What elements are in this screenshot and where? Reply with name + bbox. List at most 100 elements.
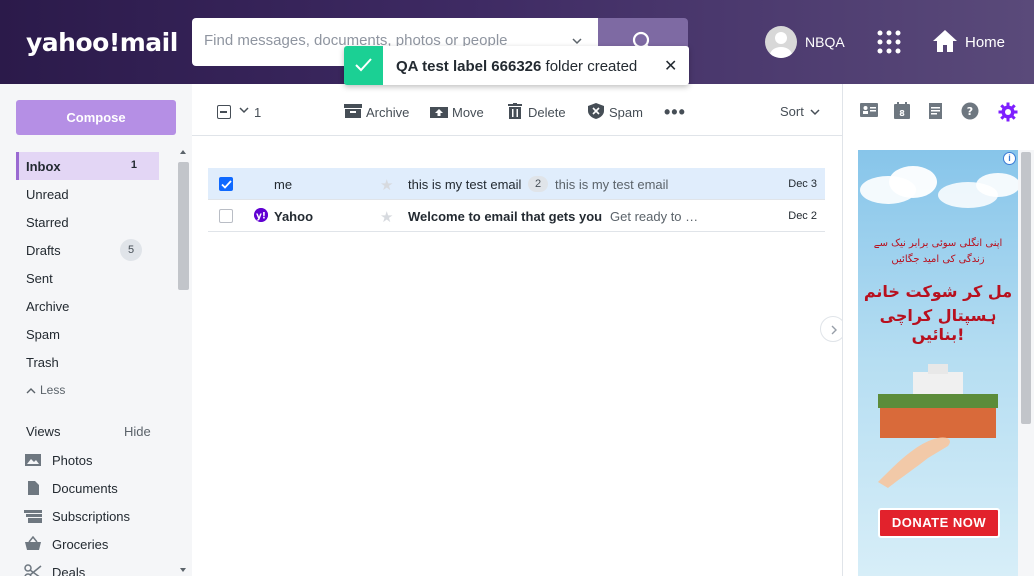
spam-label: Spam bbox=[609, 105, 643, 120]
help-icon[interactable]: ? bbox=[961, 102, 979, 120]
folder-starred[interactable]: Starred bbox=[16, 208, 159, 236]
trash-icon bbox=[508, 103, 522, 119]
selected-count: 1 bbox=[254, 105, 262, 120]
folder-label: Trash bbox=[26, 355, 59, 370]
folder-sent[interactable]: Sent bbox=[16, 264, 159, 292]
folder-unread[interactable]: Unread bbox=[16, 180, 159, 208]
user-icon bbox=[770, 32, 792, 58]
chevron-down-icon bbox=[810, 109, 820, 116]
move-label: Move bbox=[452, 105, 484, 120]
sidebar-scroll-thumb[interactable] bbox=[178, 162, 189, 290]
avatar[interactable] bbox=[765, 26, 797, 58]
view-label: Photos bbox=[52, 453, 93, 468]
user-name[interactable]: NBQA bbox=[805, 34, 845, 50]
view-label: Subscriptions bbox=[52, 509, 131, 524]
right-rail-scroll-thumb[interactable] bbox=[1021, 152, 1031, 424]
ad-info-icon[interactable]: i bbox=[1003, 152, 1016, 165]
svg-text:y!: y! bbox=[256, 212, 266, 222]
photo-icon bbox=[25, 454, 41, 466]
unread-count: 1 bbox=[130, 159, 137, 171]
drafts-count-badge: 5 bbox=[120, 239, 142, 261]
notification-toast: QA test label 666326 folder created ✕ bbox=[344, 46, 689, 85]
message-row[interactable]: me ★ this is my test email 2 this is my … bbox=[208, 168, 825, 200]
spam-shield-icon bbox=[588, 103, 604, 119]
star-icon[interactable]: ★ bbox=[380, 176, 393, 194]
checkmark-icon bbox=[221, 180, 232, 189]
svg-text:8: 8 bbox=[899, 109, 905, 118]
message-checkbox[interactable] bbox=[219, 209, 233, 223]
svg-text:?: ? bbox=[967, 105, 973, 118]
settings-gear-icon[interactable] bbox=[998, 102, 1018, 122]
archive-icon bbox=[344, 104, 362, 118]
thread-count-badge: 2 bbox=[528, 176, 548, 192]
folder-label: Inbox bbox=[26, 159, 61, 174]
ad-tagline-1: اپنی انگلی سوئی برابر نیک سے bbox=[873, 238, 1003, 249]
folder-label: Spam bbox=[26, 327, 60, 342]
view-deals[interactable]: Deals bbox=[24, 562, 164, 576]
sort-dropdown[interactable]: Sort bbox=[780, 104, 820, 119]
message-date: Dec 2 bbox=[788, 210, 817, 222]
cloud-illustration bbox=[860, 166, 1018, 208]
archive-label: Archive bbox=[366, 105, 410, 120]
calendar-icon[interactable]: 8 bbox=[893, 102, 911, 120]
document-icon bbox=[28, 481, 39, 495]
yahoo-logo-icon: y! bbox=[254, 208, 268, 222]
notepad-icon[interactable] bbox=[928, 102, 944, 120]
folder-spam[interactable]: Spam bbox=[16, 320, 159, 348]
message-snippet: Get ready to … bbox=[610, 209, 699, 224]
ad-headline-2: ہسپتال کراچی بنائیں! bbox=[879, 306, 997, 344]
move-icon bbox=[430, 107, 448, 118]
view-label: Groceries bbox=[52, 537, 109, 552]
less-label: Less bbox=[40, 383, 66, 397]
hospital-hand-illustration bbox=[878, 364, 998, 488]
chevron-right-icon bbox=[831, 325, 837, 335]
home-link[interactable]: Home bbox=[965, 34, 1005, 51]
view-subscriptions[interactable]: Subscriptions bbox=[24, 506, 164, 528]
folder-label: Unread bbox=[26, 187, 69, 202]
advertisement-banner[interactable]: اپنی انگلی سوئی برابر نیک سے زندگی کی ام… bbox=[858, 150, 1018, 576]
toast-label-name: QA test label 666326 bbox=[396, 58, 542, 75]
message-subject: this is my test email bbox=[408, 177, 522, 192]
scissors-icon bbox=[24, 564, 42, 576]
ad-tagline-2: زندگی کی امید جگائیں bbox=[891, 254, 985, 265]
sort-label: Sort bbox=[780, 104, 804, 119]
select-all-checkbox[interactable] bbox=[217, 105, 231, 119]
folder-drafts[interactable]: Drafts 5 bbox=[16, 236, 159, 264]
less-toggle[interactable]: Less bbox=[26, 383, 65, 397]
chevron-up-icon bbox=[26, 387, 36, 394]
message-row[interactable]: y! Yahoo ★ Welcome to email that gets yo… bbox=[208, 200, 825, 232]
message-snippet: this is my test email bbox=[555, 177, 669, 192]
message-date: Dec 3 bbox=[788, 178, 817, 190]
more-actions-icon[interactable]: ••• bbox=[664, 102, 686, 123]
contacts-icon[interactable] bbox=[860, 102, 878, 118]
chevron-down-icon[interactable] bbox=[239, 106, 249, 114]
yahoo-mail-logo[interactable]: yahoo!mail bbox=[26, 28, 178, 57]
donate-now-button[interactable]: DONATE NOW bbox=[878, 508, 1000, 538]
folder-label: Starred bbox=[26, 215, 69, 230]
home-icon[interactable] bbox=[932, 28, 958, 54]
view-label: Documents bbox=[52, 481, 118, 496]
compose-button[interactable]: Compose bbox=[16, 100, 176, 135]
folder-label: Archive bbox=[26, 299, 70, 314]
message-sender: Yahoo bbox=[274, 209, 314, 224]
folder-trash[interactable]: Trash bbox=[16, 348, 159, 376]
folder-label: Sent bbox=[26, 271, 53, 286]
star-icon[interactable]: ★ bbox=[380, 208, 393, 226]
ad-headline-1: مل کر شوکت خانم bbox=[863, 282, 1013, 301]
checkmark-icon bbox=[355, 58, 372, 72]
folder-inbox[interactable]: Inbox 1 bbox=[16, 152, 159, 180]
apps-grid-icon[interactable] bbox=[876, 29, 902, 55]
message-subject: Welcome to email that gets you bbox=[408, 209, 603, 224]
view-photos[interactable]: Photos bbox=[24, 450, 164, 472]
view-documents[interactable]: Documents bbox=[24, 478, 164, 500]
message-checkbox[interactable] bbox=[219, 177, 233, 191]
message-toolbar: 1 Archive Move Delete Spam ••• Sort bbox=[192, 84, 842, 136]
close-icon[interactable]: ✕ bbox=[664, 56, 677, 76]
toast-success-badge bbox=[344, 46, 383, 85]
view-label: Deals bbox=[52, 565, 86, 576]
folder-label: Drafts bbox=[26, 243, 61, 258]
view-groceries[interactable]: Groceries bbox=[24, 534, 164, 556]
folder-archive[interactable]: Archive bbox=[16, 292, 159, 320]
basket-icon bbox=[25, 536, 41, 550]
hide-views-link[interactable]: Hide bbox=[124, 424, 151, 439]
